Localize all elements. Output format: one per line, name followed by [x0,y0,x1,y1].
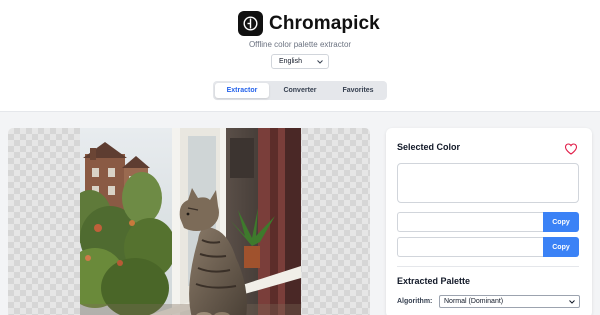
heart-icon[interactable] [564,142,578,156]
tab-converter[interactable]: Converter [269,83,331,98]
copy-button-2[interactable]: Copy [543,237,579,257]
image-canvas[interactable] [8,128,370,315]
app-title: Chromapick [269,12,380,34]
palette-title: Extracted Palette [397,276,471,286]
color-value-field-1[interactable] [397,212,543,232]
app-subtitle: Offline color palette extractor [248,40,352,49]
selected-color-swatch [397,163,579,203]
brand: Chromapick [238,11,380,36]
chevron-down-icon [569,299,575,304]
divider [397,266,579,267]
chevron-down-icon [317,59,323,64]
tab-bar: Extractor Converter Favorites [213,81,387,100]
cat-photo[interactable] [80,128,301,315]
color-value-field-2[interactable] [397,237,543,257]
copy-button-1[interactable]: Copy [543,212,579,232]
logo-icon [238,11,263,36]
language-value: English [279,58,302,65]
app-header: Chromapick Offline color palette extract… [0,0,600,112]
selected-color-title: Selected Color [397,142,461,152]
tab-favorites[interactable]: Favorites [331,83,385,98]
tab-extractor[interactable]: Extractor [215,83,269,98]
algorithm-label: Algorithm: [397,298,433,305]
algorithm-value: Normal (Dominant) [444,298,504,305]
algorithm-select[interactable]: Normal (Dominant) [439,295,580,308]
language-select[interactable]: English [271,54,329,69]
color-sidebar: Selected Color Copy Copy Extracted Palet… [386,128,592,315]
